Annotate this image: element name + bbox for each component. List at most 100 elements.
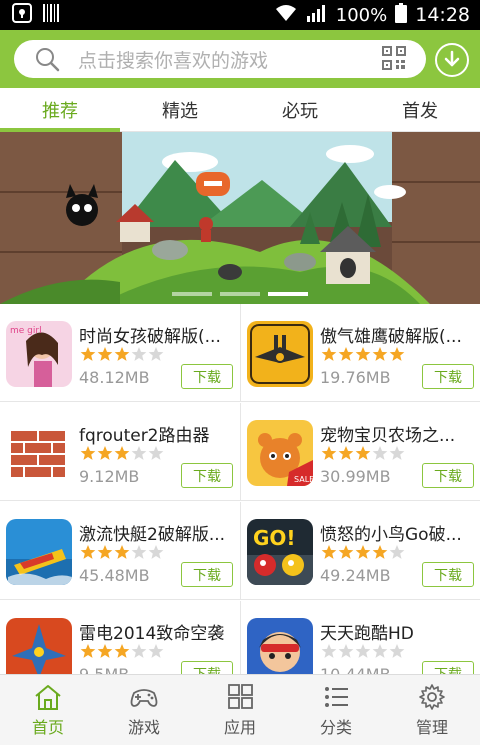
tab-new-release[interactable]: 首发: [360, 88, 480, 131]
apps-grid-icon: [225, 683, 255, 711]
star-empty-icon: [372, 644, 388, 658]
rating-stars: [80, 346, 164, 362]
eagle-game-icon[interactable]: [247, 321, 313, 387]
clock: 14:28: [415, 4, 470, 26]
download-icon[interactable]: [435, 43, 469, 77]
nav-apps[interactable]: 应用: [192, 675, 288, 745]
barcode-icon: [42, 3, 60, 27]
download-button[interactable]: 下载: [422, 364, 474, 389]
nav-label: 管理: [415, 717, 448, 737]
nav-manage[interactable]: 管理: [384, 675, 480, 745]
app-card[interactable]: GO! 愤怒的小鸟Go破... 49.24MB 下载: [240, 502, 480, 600]
star-empty-icon: [131, 644, 147, 658]
pet-farm-icon[interactable]: SALE: [247, 420, 313, 486]
star-empty-icon: [148, 347, 164, 361]
nav-label: 游戏: [127, 717, 160, 737]
star-filled-icon: [389, 347, 405, 361]
app-card[interactable]: 雷电2014致命空袭 9.5MB 下载: [0, 601, 240, 674]
star-empty-icon: [389, 644, 405, 658]
star-filled-icon: [80, 545, 96, 559]
signal-icon: [306, 4, 328, 27]
svg-text:SALE: SALE: [294, 475, 313, 484]
app-size: 19.76MB: [320, 368, 391, 387]
download-button[interactable]: 下载: [422, 661, 474, 674]
app-card[interactable]: 天天跑酷HD 10.44MB 下载: [240, 601, 480, 674]
star-filled-icon: [80, 347, 96, 361]
search-icon[interactable]: [34, 46, 60, 72]
star-empty-icon: [131, 545, 147, 559]
gear-icon: [417, 683, 447, 711]
star-filled-icon: [80, 644, 96, 658]
status-bar: 100% 14:28: [0, 0, 480, 30]
battery-icon: [395, 2, 408, 28]
star-empty-icon: [131, 446, 147, 460]
download-button[interactable]: 下载: [422, 562, 474, 587]
star-filled-icon: [97, 347, 113, 361]
download-button[interactable]: 下载: [181, 463, 233, 488]
star-empty-icon: [372, 446, 388, 460]
promo-banner[interactable]: [0, 132, 480, 304]
search-bar[interactable]: 点击搜索你喜欢的游戏: [14, 40, 426, 78]
bottom-navigation: 首页 游戏 应用 分类 管理: [0, 674, 480, 745]
app-name: 傲气雄鹰破解版(...: [320, 327, 462, 347]
nav-categories[interactable]: 分类: [288, 675, 384, 745]
app-card[interactable]: me girl 时尚女孩破解版(... 48.12MB 下载: [0, 304, 240, 402]
download-button[interactable]: 下载: [181, 364, 233, 389]
nav-home[interactable]: 首页: [0, 675, 96, 745]
qr-code-icon[interactable]: [382, 46, 408, 72]
app-card[interactable]: fqrouter2路由器 9.12MB 下载: [0, 403, 240, 501]
search-input[interactable]: 点击搜索你喜欢的游戏: [78, 46, 382, 73]
app-name: 时尚女孩破解版(...: [79, 327, 221, 347]
app-card[interactable]: 激流快艇2破解版... 45.48MB 下载: [0, 502, 240, 600]
nav-games[interactable]: 游戏: [96, 675, 192, 745]
download-button[interactable]: 下载: [422, 463, 474, 488]
tab-bar: 推荐 精选 必玩 首发: [0, 88, 480, 132]
app-size: 49.24MB: [320, 566, 391, 585]
angry-birds-go-icon[interactable]: GO!: [247, 519, 313, 585]
download-button[interactable]: 下载: [181, 562, 233, 587]
wifi-icon: [274, 4, 298, 27]
battery-text: 100%: [335, 4, 388, 26]
app-card[interactable]: SALE 宠物宝贝农场之... 30.99MB 下载: [240, 403, 480, 501]
download-button[interactable]: 下载: [181, 661, 233, 674]
rating-stars: [321, 643, 405, 659]
star-filled-icon: [97, 644, 113, 658]
app-size: 9.12MB: [79, 467, 140, 486]
banner-pagination: [0, 292, 480, 296]
daily-parkour-icon[interactable]: [247, 618, 313, 674]
fashion-girl-icon[interactable]: me girl: [6, 321, 72, 387]
pagination-dot[interactable]: [172, 292, 212, 296]
top-header: 点击搜索你喜欢的游戏: [0, 30, 480, 88]
nav-label: 分类: [319, 717, 352, 737]
app-list: me girl 时尚女孩破解版(... 48.12MB 下载 傲气雄鹰破解版(.…: [0, 304, 480, 674]
tab-must-play[interactable]: 必玩: [240, 88, 360, 131]
thunder-jet-icon[interactable]: [6, 618, 72, 674]
app-name: 雷电2014致命空袭: [79, 624, 225, 644]
star-filled-icon: [80, 446, 96, 460]
tab-featured[interactable]: 精选: [120, 88, 240, 131]
pagination-dot-active[interactable]: [268, 292, 308, 296]
star-filled-icon: [97, 545, 113, 559]
star-filled-icon: [114, 644, 130, 658]
brick-wall-icon[interactable]: [6, 420, 72, 486]
home-icon: [33, 683, 63, 711]
app-size: 10.44MB: [320, 665, 391, 674]
tab-recommended[interactable]: 推荐: [0, 88, 120, 132]
star-filled-icon: [321, 446, 337, 460]
app-name: 宠物宝贝农场之...: [320, 426, 456, 446]
star-empty-icon: [338, 644, 354, 658]
nav-label: 首页: [31, 717, 64, 737]
star-filled-icon: [372, 347, 388, 361]
star-filled-icon: [338, 545, 354, 559]
star-filled-icon: [355, 347, 371, 361]
rating-stars: [321, 445, 405, 461]
gamepad-icon: [129, 683, 159, 711]
app-size: 45.48MB: [79, 566, 150, 585]
app-card[interactable]: 傲气雄鹰破解版(... 19.76MB 下载: [240, 304, 480, 402]
rating-stars: [80, 643, 164, 659]
app-name: 天天跑酷HD: [320, 624, 414, 644]
star-filled-icon: [321, 545, 337, 559]
rating-stars: [80, 544, 164, 560]
pagination-dot[interactable]: [220, 292, 260, 296]
speedboat-icon[interactable]: [6, 519, 72, 585]
